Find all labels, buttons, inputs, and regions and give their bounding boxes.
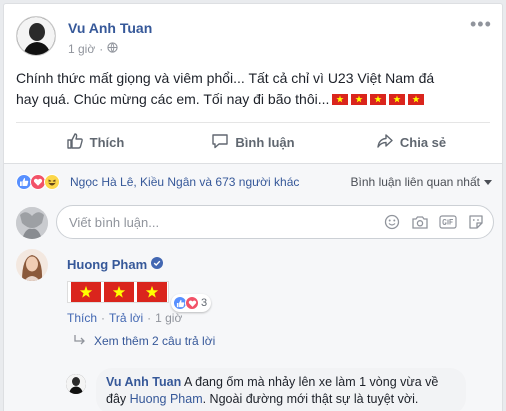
sticker-icon[interactable] bbox=[467, 214, 485, 230]
reaction-names[interactable]: Ngọc Hà Lê, Kiều Ngân và 673 người khác bbox=[70, 175, 299, 189]
divider bbox=[16, 122, 490, 123]
reply-tag[interactable]: Huong Pham bbox=[130, 392, 203, 406]
vietnam-flag-icon bbox=[389, 94, 406, 105]
composer-tools bbox=[383, 214, 485, 230]
reply-comment: Vu Anh Tuan A đang ốm mà nhảy lên xe làm… bbox=[96, 368, 466, 411]
see-more-label: Xem thêm 2 câu trả lời bbox=[94, 334, 216, 348]
gif-icon[interactable] bbox=[439, 214, 457, 230]
viewer-avatar bbox=[16, 207, 48, 239]
reply-text-after: . Ngoài đường mới thật sự là tuyệt vời. bbox=[202, 392, 419, 406]
post-header: Vu Anh Tuan 1 giờ · ••• bbox=[16, 15, 491, 60]
comment-reactions[interactable]: 3 bbox=[171, 294, 212, 312]
comment-input[interactable] bbox=[69, 215, 369, 230]
sort-label: Bình luận liên quan nhất bbox=[350, 175, 480, 189]
comment-composer[interactable] bbox=[56, 205, 494, 239]
reactions-bar: Ngọc Hà Lê, Kiều Ngân và 673 người khác … bbox=[4, 163, 502, 199]
vietnam-flag-icon bbox=[71, 282, 101, 302]
post-actions: Thích Bình luận Chia sẻ bbox=[16, 126, 490, 158]
vietnam-flag-icon bbox=[408, 94, 425, 105]
reply-arrow-icon bbox=[74, 334, 86, 348]
author-avatar[interactable] bbox=[16, 16, 56, 56]
haha-icon bbox=[44, 174, 60, 190]
comment-time[interactable]: 1 giờ bbox=[155, 311, 182, 325]
comment-icon bbox=[211, 132, 229, 153]
comment-label: Bình luận bbox=[235, 134, 295, 150]
globe-icon bbox=[107, 42, 118, 56]
like-button[interactable]: Thích bbox=[16, 126, 174, 158]
commenter-avatar[interactable] bbox=[16, 249, 48, 281]
post-card: Vu Anh Tuan 1 giờ · ••• Chính thức mất g… bbox=[3, 3, 503, 411]
post-time[interactable]: 1 giờ bbox=[68, 42, 95, 56]
vietnam-flag-icon bbox=[104, 282, 134, 302]
comments-section: Huong Pham 3 Thích · Trả lời · 1 giờ bbox=[4, 199, 502, 411]
comment-author[interactable]: Huong Pham bbox=[67, 257, 164, 272]
post-text: Chính thức mất giọng và viêm phổi... Tất… bbox=[16, 68, 456, 110]
caret-down-icon bbox=[484, 175, 492, 189]
see-more-replies[interactable]: Xem thêm 2 câu trả lời bbox=[74, 334, 215, 348]
share-icon bbox=[376, 132, 394, 153]
emoji-icon[interactable] bbox=[383, 214, 401, 230]
love-icon bbox=[185, 296, 199, 310]
like-label: Thích bbox=[89, 134, 125, 150]
comment-author-name: Huong Pham bbox=[67, 257, 148, 272]
reply-author-avatar[interactable] bbox=[66, 374, 86, 394]
comment-flag-sticker bbox=[67, 281, 169, 303]
comment-actions: Thích · Trả lời · 1 giờ bbox=[67, 311, 183, 325]
reply-author[interactable]: Vu Anh Tuan bbox=[106, 375, 181, 389]
vietnam-flag-icon bbox=[332, 94, 349, 105]
camera-icon[interactable] bbox=[411, 214, 429, 230]
share-button[interactable]: Chia sẻ bbox=[332, 126, 490, 158]
comment-like-link[interactable]: Thích bbox=[67, 311, 97, 325]
comment-button[interactable]: Bình luận bbox=[174, 126, 332, 158]
post-author[interactable]: Vu Anh Tuan bbox=[68, 20, 152, 36]
vietnam-flag-icon bbox=[370, 94, 387, 105]
vietnam-flag-icon bbox=[137, 282, 167, 302]
reaction-icons[interactable] bbox=[16, 174, 60, 190]
comment-reply-link[interactable]: Trả lời bbox=[109, 311, 143, 325]
thumbs-up-icon bbox=[66, 132, 84, 153]
share-label: Chia sẻ bbox=[399, 134, 447, 150]
comment-sort-dropdown[interactable]: Bình luận liên quan nhất bbox=[351, 175, 492, 189]
comment-reaction-count: 3 bbox=[201, 297, 208, 309]
flag-emoji-row bbox=[329, 91, 425, 107]
verified-badge-icon bbox=[151, 257, 164, 272]
post-meta: 1 giờ · bbox=[68, 42, 118, 56]
vietnam-flag-icon bbox=[351, 94, 368, 105]
more-options-icon[interactable]: ••• bbox=[470, 15, 491, 34]
